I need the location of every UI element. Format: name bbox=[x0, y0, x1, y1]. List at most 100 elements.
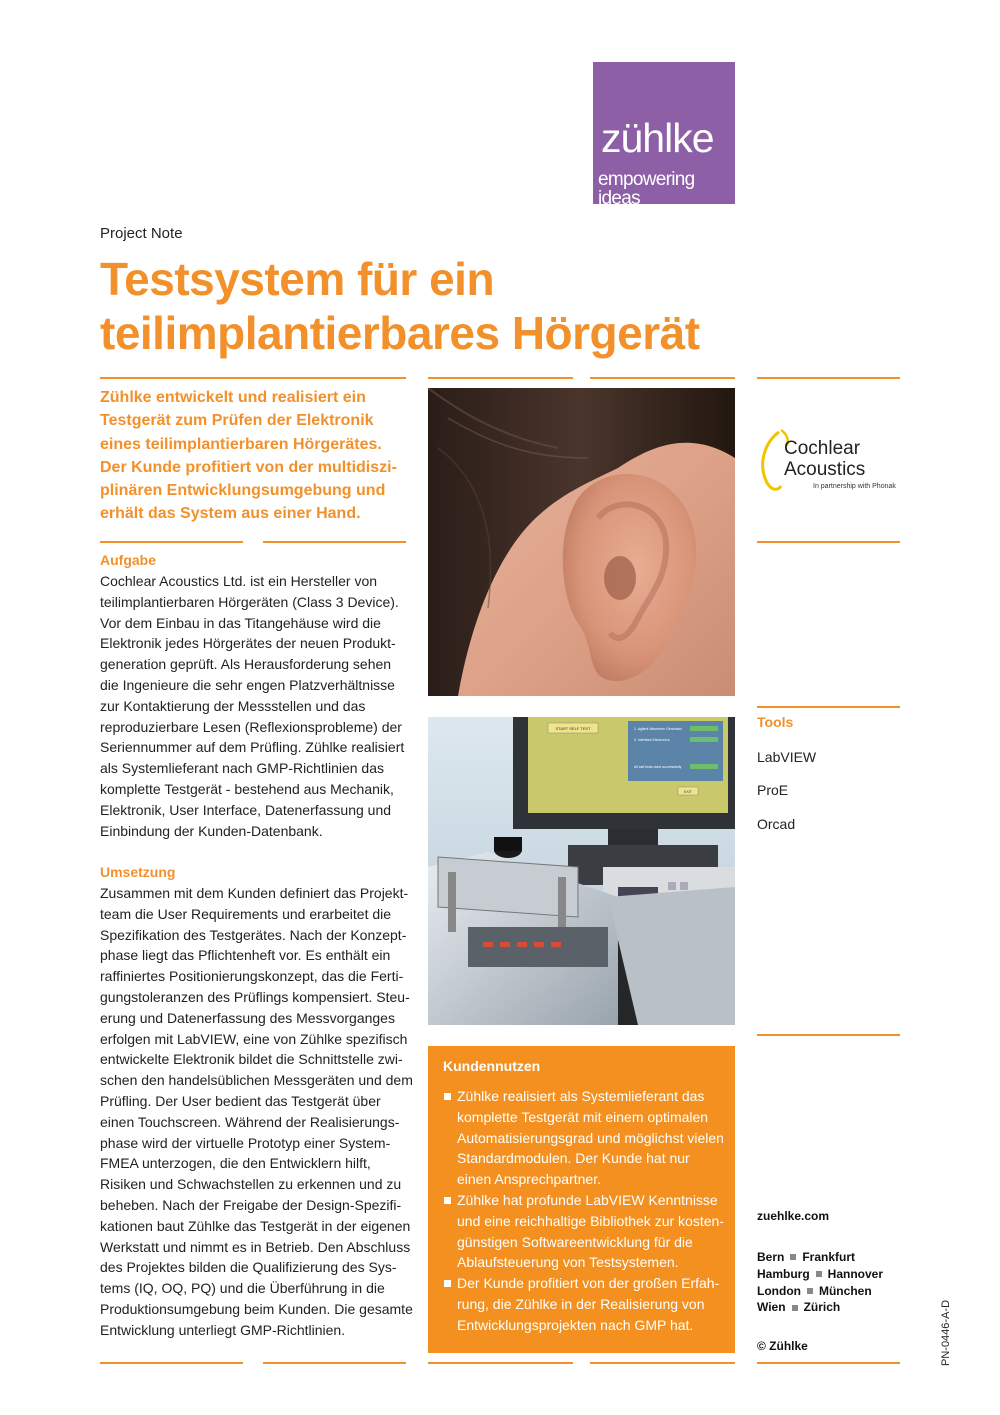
ear-photo bbox=[428, 388, 735, 696]
intro-line: erhält das System aus einer Hand. bbox=[100, 505, 361, 523]
benefit-line: Entwicklungsprojekten nach GMP hat. bbox=[457, 1316, 694, 1333]
body-line: Elektronik jedes Hörgerätes der neuen Pr… bbox=[100, 635, 396, 652]
divider bbox=[757, 1362, 900, 1364]
intro-line: Der Kunde profitiert von der multidiszi- bbox=[100, 458, 397, 476]
copyright: © Zühlke bbox=[757, 1339, 808, 1353]
test-device-illustration: START SELF TEST 1. Agilent Waveform Gene… bbox=[428, 717, 735, 1025]
website-link[interactable]: zuehlke.com bbox=[757, 1209, 829, 1223]
benefit-line: Zühlke realisiert als Systemlieferant da… bbox=[457, 1088, 705, 1104]
body-line: generation geprüft. Als Herausforderung … bbox=[100, 656, 392, 673]
city-name: München bbox=[818, 1283, 872, 1298]
body-line: erung und Datenerfassung des Messvorgang… bbox=[100, 1009, 395, 1026]
benefit-line: komplette Testgerät mit einem optimalen bbox=[457, 1108, 709, 1125]
body-line: Seriennummer auf dem Prüfling. Zühlke re… bbox=[100, 739, 405, 756]
benefit-line: Zühlke hat profunde LabVIEW Kenntnisse bbox=[457, 1191, 718, 1208]
divider bbox=[590, 1362, 735, 1364]
benefits-list: Zühlke realisiert als Systemlieferant da… bbox=[443, 1086, 724, 1336]
benefit-line: rung, die Zühlke in der Realisierung von bbox=[457, 1295, 705, 1312]
divider bbox=[263, 541, 406, 543]
screen-item: All self tests done successfully bbox=[634, 765, 682, 769]
separator-square-icon bbox=[791, 1304, 798, 1311]
body-line: Zusammen mit dem Kunden definiert das Pr… bbox=[100, 885, 409, 901]
body-line: tems (IQ, OQ, PQ) und die Überführung in… bbox=[100, 1280, 385, 1297]
body-line: beheben. Nach der Freigabe der Design-Sp… bbox=[100, 1196, 402, 1213]
document-id: PN-0446-A-D bbox=[940, 1299, 952, 1366]
body-line: als Systemlieferant nach GMP-Richtlinien… bbox=[100, 760, 385, 777]
section-heading-umsetzung: Umsetzung bbox=[100, 864, 176, 880]
page-title: Testsystem für ein teilimplantierbares H… bbox=[100, 252, 800, 360]
intro-text: Zühlke entwickelt und realisiert ein Tes… bbox=[100, 386, 405, 526]
partner-subline: In partnership with Phonak bbox=[813, 483, 896, 490]
body-line: raffiniertes Positionierungskonzept, das… bbox=[100, 968, 404, 985]
screen-start-button: START SELF TEST bbox=[555, 726, 591, 731]
bullet-icon bbox=[444, 1196, 451, 1204]
intro-line: Testgerät zum Prüfen der Elektronik bbox=[100, 412, 374, 430]
partner-logo: Cochlear Acoustics In partnership with P… bbox=[757, 428, 902, 498]
city-name: Zürich bbox=[803, 1300, 841, 1315]
city-name: Hannover bbox=[827, 1266, 884, 1281]
divider bbox=[590, 377, 735, 379]
body-line: phase liegt das Pflichtenheft vor. Es en… bbox=[100, 947, 391, 964]
intro-line: Zühlke entwickelt und realisiert ein bbox=[100, 389, 366, 406]
body-line: Werkstatt und nimmt es in Betrieb. Den A… bbox=[100, 1238, 411, 1255]
separator-square-icon bbox=[815, 1271, 822, 1278]
city-name: Wien bbox=[757, 1300, 786, 1315]
separator-square-icon bbox=[806, 1287, 813, 1294]
body-line: erfolgen mit LabVIEW, eine von Zühlke sp… bbox=[100, 1030, 408, 1047]
body-line: gungstoleranzen des Prüflings kompensier… bbox=[100, 988, 410, 1005]
divider bbox=[757, 377, 900, 379]
screen-exit-button: EXIT bbox=[684, 790, 693, 794]
body-line: FMEA unterzogen, die den Entwicklern hil… bbox=[100, 1155, 371, 1172]
benefit-line: Ablaufsteuerung von Testsystemen. bbox=[457, 1254, 679, 1271]
body-line: Produktionsumgebung beim Kunden. Die ges… bbox=[100, 1300, 413, 1317]
benefit-line: und eine reichhaltige Bibliothek zur kos… bbox=[457, 1212, 724, 1229]
tool-item: ProE bbox=[757, 782, 789, 798]
city-name: Bern bbox=[757, 1250, 785, 1264]
ear-illustration bbox=[428, 388, 735, 696]
body-line: Spezifikation des Testgerätes. Nach der … bbox=[100, 926, 407, 943]
separator-square-icon bbox=[790, 1254, 797, 1261]
benefit-item: Zühlke hat profunde LabVIEW Kenntnisse u… bbox=[443, 1190, 724, 1273]
body-line: reproduzierbare Lesen (Reflexionsproblem… bbox=[100, 718, 402, 735]
divider bbox=[100, 1362, 243, 1364]
brand-name: zühlke bbox=[601, 115, 715, 161]
benefit-item: Zühlke realisiert als Systemlieferant da… bbox=[443, 1086, 724, 1190]
benefits-heading: Kundennutzen bbox=[443, 1058, 541, 1074]
benefits-box: Kundennutzen Zühlke realisiert als Syste… bbox=[428, 1046, 735, 1353]
body-line: die Ingenieure die sehr engen Platzverhä… bbox=[100, 676, 395, 693]
partner-name-line: Acoustics bbox=[784, 459, 866, 480]
divider bbox=[428, 1362, 573, 1364]
benefit-line: Der Kunde profitiert von der großen Erfa… bbox=[457, 1275, 720, 1292]
partner-name-line: Cochlear bbox=[784, 438, 861, 459]
screen-item: 1. Agilent Waveform Generator bbox=[634, 727, 683, 731]
divider bbox=[428, 377, 573, 379]
office-locations: Bern Frankfurt Hamburg Hannover London Münc… bbox=[757, 1249, 883, 1316]
body-line: Entwicklung unterliegt GMP-Richtlinien. bbox=[100, 1321, 346, 1338]
section-body-umsetzung: Zusammen mit dem Kunden definiert das Pr… bbox=[100, 883, 413, 1341]
title-line: Testsystem für ein bbox=[100, 253, 495, 305]
body-line: Einbindung der Kunden-Datenbank. bbox=[100, 822, 323, 839]
body-line: teilimplantierbaren Hörgeräten (Class 3 … bbox=[100, 593, 399, 610]
divider bbox=[100, 541, 243, 543]
intro-line: eines teilimplantierbaren Hörgerätes. bbox=[100, 435, 382, 453]
body-line: kationen baut Zühlke das Testgerät in de… bbox=[100, 1217, 411, 1234]
bullet-icon bbox=[444, 1093, 451, 1100]
intro-line: plinären Entwicklungsumgebung und bbox=[100, 482, 386, 500]
city-name: Frankfurt bbox=[802, 1250, 856, 1264]
benefit-line: günstigen Softwareentwicklung für die bbox=[457, 1233, 693, 1250]
screen-item: 2. Interface Electronics bbox=[634, 738, 670, 742]
test-device-photo: START SELF TEST 1. Agilent Waveform Gene… bbox=[428, 717, 735, 1025]
city-row: Bern Frankfurt bbox=[757, 1249, 883, 1266]
divider bbox=[263, 1362, 406, 1364]
brand-tagline: empowering ideas bbox=[598, 169, 695, 209]
benefit-line: Standardmodulen. Der Kunde hat nur bbox=[457, 1150, 690, 1167]
body-line: komplette Testgerät - bestehend aus Mech… bbox=[100, 780, 394, 797]
document-type: Project Note bbox=[100, 225, 183, 242]
partner-name: Cochlear Acoustics bbox=[784, 438, 865, 480]
divider bbox=[757, 541, 900, 543]
body-line: Elektronik, User Interface, Datenerfassu… bbox=[100, 801, 392, 818]
body-line: schen den handelsüblichen Messgeräten un… bbox=[100, 1072, 413, 1089]
bullet-icon bbox=[444, 1280, 451, 1288]
tool-item: LabVIEW bbox=[757, 749, 817, 765]
title-line: teilimplantierbares Hörgerät bbox=[100, 307, 700, 359]
